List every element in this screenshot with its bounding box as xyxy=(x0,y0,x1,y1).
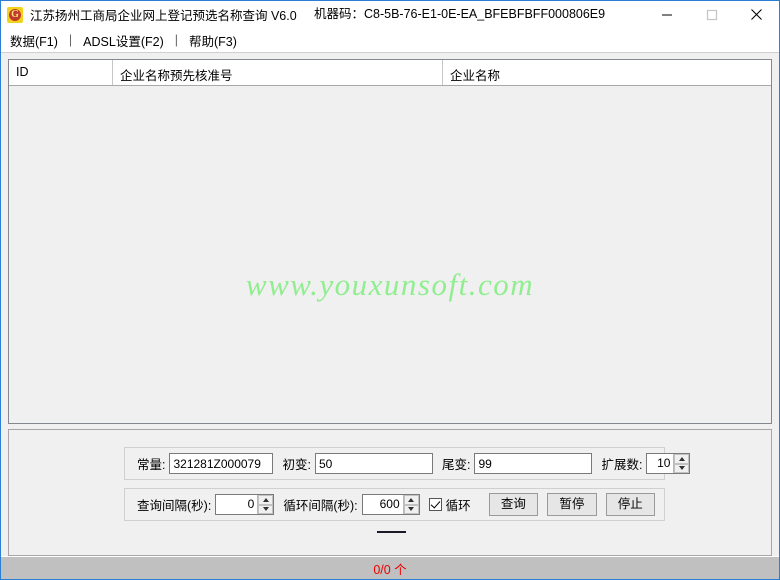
const-input[interactable] xyxy=(169,453,274,474)
application-window: G 江苏扬州工商局企业网上登记预选名称查询 V6.0 机器码：C8-5B-76-… xyxy=(0,0,780,580)
title-bar: G 江苏扬州工商局企业网上登记预选名称查询 V6.0 机器码：C8-5B-76-… xyxy=(1,1,779,28)
progress-indicator xyxy=(377,531,406,533)
pause-button[interactable]: 暂停 xyxy=(547,493,597,516)
status-bar: 0/0 个 xyxy=(1,556,779,579)
close-icon xyxy=(751,9,762,20)
stop-button[interactable]: 停止 xyxy=(605,493,655,516)
end-label: 尾变: xyxy=(441,458,471,472)
menu-bar: 数据(F1) | ADSL设置(F2) | 帮助(F3) xyxy=(1,28,779,53)
execution-group: 查询间隔(秒): 循环间隔(秒): xyxy=(124,488,665,521)
machine-code-label: 机器码：C8-5B-76-E1-0E-EA_BFEBFBFF000806E9 xyxy=(314,7,606,21)
query-button[interactable]: 查询 xyxy=(488,493,539,516)
expand-count-down-button[interactable] xyxy=(674,463,690,473)
app-icon-letter: G xyxy=(11,8,19,20)
devil-mascot-icon: G xyxy=(7,6,23,23)
expand-count-input[interactable] xyxy=(647,454,674,473)
loop-checkbox-label: 循环 xyxy=(445,499,471,513)
menu-item-adsl-settings[interactable]: ADSL设置(F2) xyxy=(79,29,168,52)
query-interval-down-button[interactable] xyxy=(258,504,274,514)
loop-interval-label: 循环间隔(秒): xyxy=(283,499,358,513)
triangle-down-icon xyxy=(262,507,269,512)
loop-interval-arrows[interactable] xyxy=(402,495,419,514)
watermark-text: www.youxunsoft.com xyxy=(245,267,535,302)
maximize-icon xyxy=(706,9,717,20)
menu-item-data[interactable]: 数据(F1) xyxy=(6,29,62,52)
window-controls xyxy=(644,1,779,28)
query-interval-label: 查询间隔(秒): xyxy=(137,499,212,513)
query-interval-stepper[interactable] xyxy=(215,494,275,515)
triangle-up-icon xyxy=(678,456,685,461)
triangle-up-icon xyxy=(262,497,269,502)
query-interval-arrows[interactable] xyxy=(257,495,274,514)
expand-count-stepper[interactable] xyxy=(646,453,691,474)
query-interval-input[interactable] xyxy=(216,495,258,514)
query-interval-up-button[interactable] xyxy=(258,495,274,505)
maximize-button[interactable] xyxy=(689,1,734,28)
expand-count-up-button[interactable] xyxy=(674,454,690,464)
expand-count-label: 扩展数: xyxy=(601,458,643,472)
window-title: 江苏扬州工商局企业网上登记预选名称查询 V6.0 xyxy=(30,9,297,23)
triangle-down-icon xyxy=(408,507,415,512)
column-header-company-name[interactable]: 企业名称 xyxy=(443,60,771,85)
loop-checkbox[interactable]: 循环 xyxy=(428,495,475,514)
menu-separator-2: | xyxy=(174,33,178,47)
checkmark-icon xyxy=(428,498,442,511)
loop-interval-down-button[interactable] xyxy=(403,504,419,514)
minimize-button[interactable] xyxy=(644,1,689,28)
column-header-pre-approval-no[interactable]: 企业名称预先核准号 xyxy=(113,60,443,85)
client-area: ID 企业名称预先核准号 企业名称 www.youxunsoft.com 常量:… xyxy=(1,53,779,556)
menu-item-help[interactable]: 帮助(F3) xyxy=(185,29,241,52)
end-value-input[interactable] xyxy=(474,453,593,474)
const-label: 常量: xyxy=(137,458,166,472)
loop-interval-stepper[interactable] xyxy=(361,494,420,515)
loop-interval-up-button[interactable] xyxy=(403,495,419,505)
start-value-input[interactable] xyxy=(314,453,433,474)
minimize-icon xyxy=(661,14,672,15)
record-count-status: 0/0 个 xyxy=(373,562,407,577)
column-header-id[interactable]: ID xyxy=(9,60,113,85)
expand-count-arrows[interactable] xyxy=(673,454,690,473)
menu-separator-1: | xyxy=(68,33,73,47)
table-body[interactable]: www.youxunsoft.com xyxy=(9,86,771,423)
triangle-down-icon xyxy=(678,466,685,471)
parameters-group: 常量: 初变: 尾变: 扩展数: xyxy=(124,447,691,480)
triangle-up-icon xyxy=(408,497,415,502)
results-table: ID 企业名称预先核准号 企业名称 www.youxunsoft.com xyxy=(8,59,772,424)
loop-interval-input[interactable] xyxy=(362,495,403,514)
close-button[interactable] xyxy=(734,1,779,28)
start-label: 初变: xyxy=(282,458,311,472)
control-panel: 常量: 初变: 尾变: 扩展数: 查询间隔(秒): xyxy=(8,429,772,556)
table-header-row: ID 企业名称预先核准号 企业名称 xyxy=(9,60,771,86)
